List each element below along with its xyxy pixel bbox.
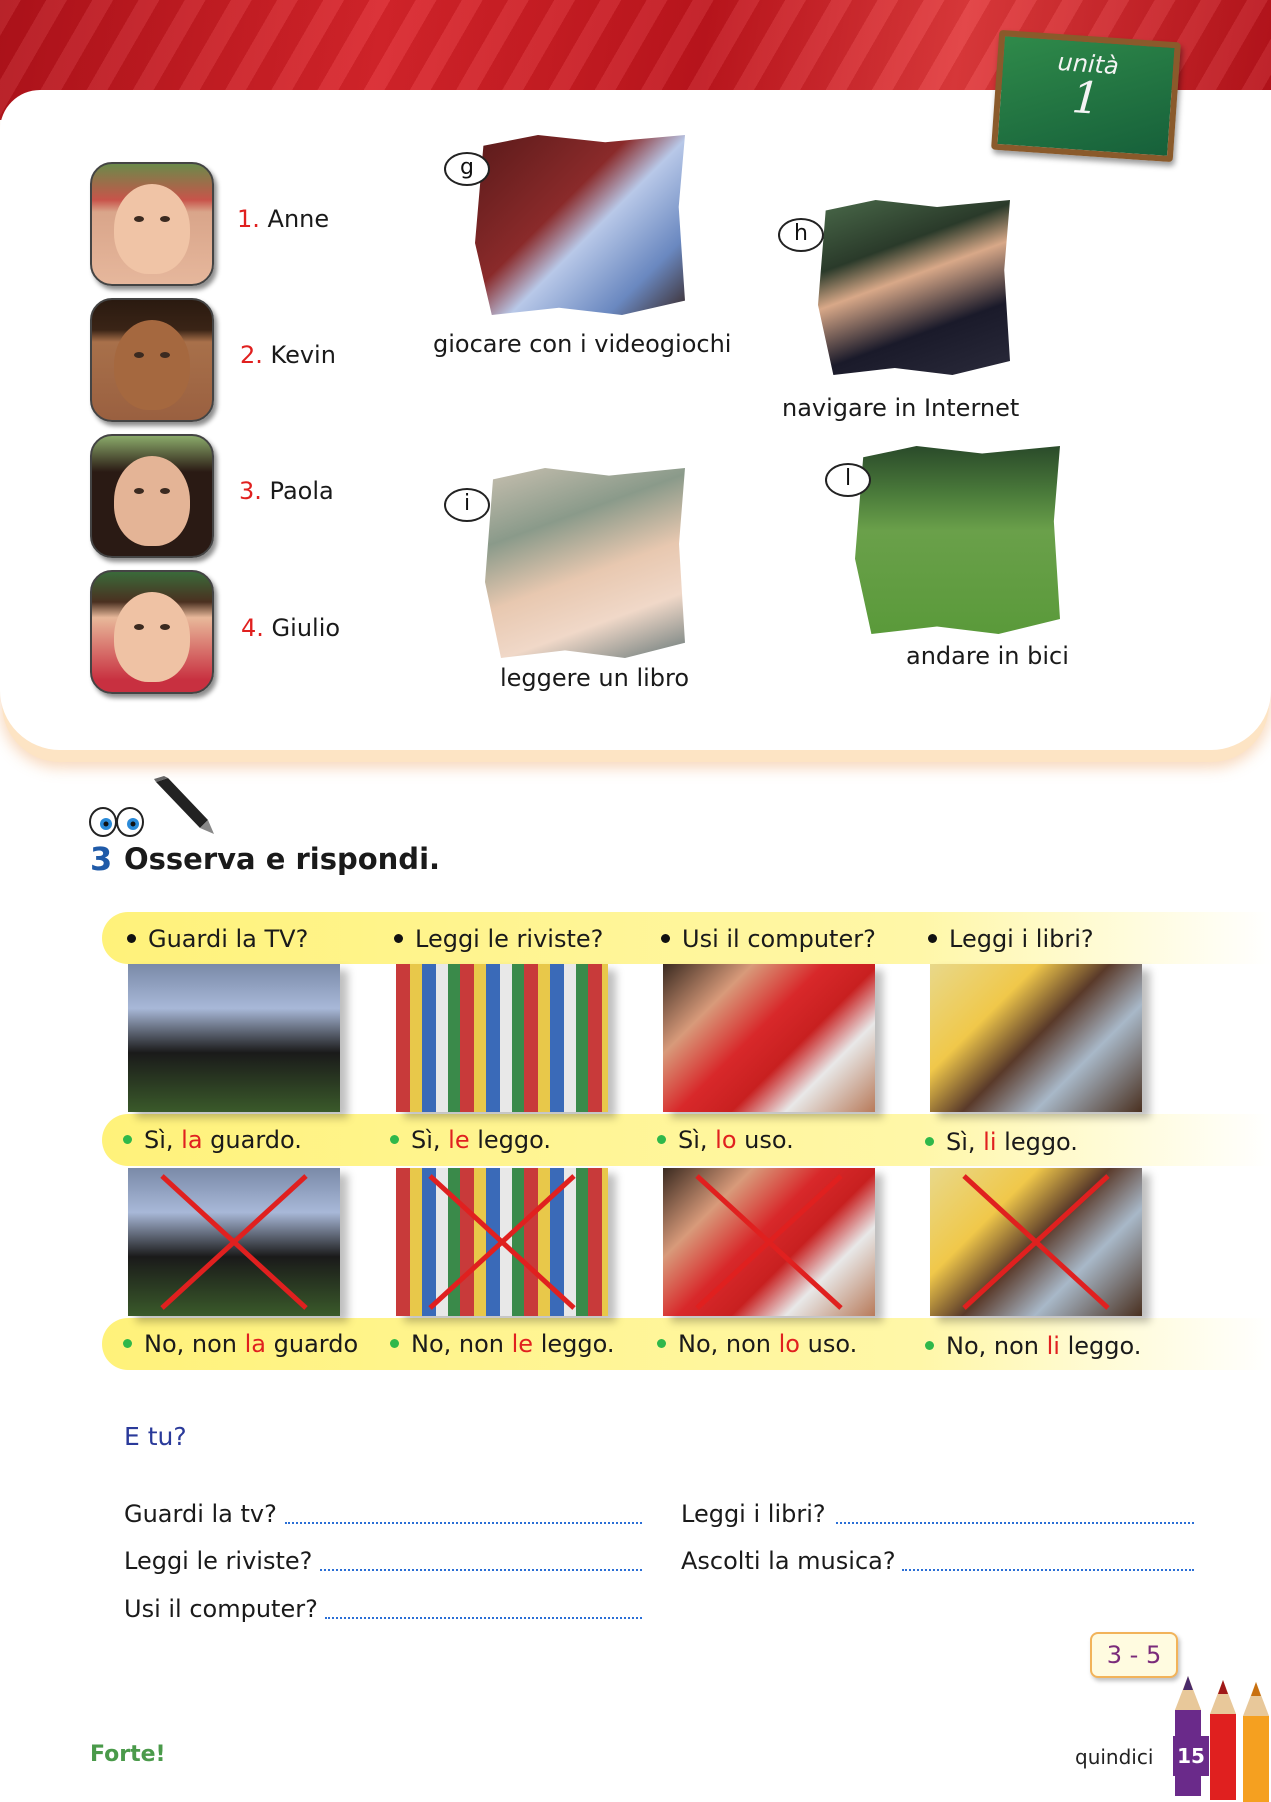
no-answer-text: No, non le leggo.	[390, 1330, 615, 1358]
photo-magazines-crossed	[396, 1168, 608, 1316]
pencil-orange-icon	[1243, 1682, 1269, 1802]
etu-question: Leggi le riviste?	[124, 1547, 313, 1575]
answer-line[interactable]	[285, 1522, 642, 1524]
activity-photo-reading	[485, 468, 685, 658]
kid-label: 1. Anne	[237, 205, 330, 233]
activity-photo-biking	[855, 446, 1060, 634]
yes-answer-text: Sì, lo uso.	[657, 1126, 794, 1154]
question-text: Guardi la TV?	[127, 925, 308, 953]
answer-line[interactable]	[836, 1522, 1194, 1524]
activity-caption: navigare in Internet	[782, 394, 1020, 422]
kid-photo-paola	[90, 434, 214, 558]
eyes-icon	[89, 807, 144, 837]
cross-icon	[428, 1174, 576, 1310]
activity-letter-bubble: g	[444, 152, 490, 186]
photo-magazines	[396, 964, 608, 1112]
activity-caption: leggere un libro	[500, 664, 690, 692]
activity-caption: andare in bici	[906, 642, 1069, 670]
question-text: Usi il computer?	[661, 925, 876, 953]
footer-brand: Forte!	[90, 1742, 166, 1767]
yes-answer-text: Sì, li leggo.	[925, 1128, 1078, 1156]
etu-heading: E tu?	[124, 1422, 187, 1451]
pen-icon	[154, 776, 214, 834]
activity-letter-bubble: i	[444, 488, 490, 522]
kid-label: 2. Kevin	[240, 341, 336, 369]
footer-page-word: quindici	[1075, 1745, 1154, 1769]
photo-tv	[128, 964, 340, 1112]
unit-chalkboard: unità 1	[991, 29, 1181, 163]
no-answer-text: No, non lo uso.	[657, 1330, 857, 1358]
answer-line[interactable]	[325, 1617, 642, 1619]
activity-letter-bubble: l	[825, 463, 871, 497]
etu-question: Usi il computer?	[124, 1595, 318, 1623]
etu-question: Guardi la tv?	[124, 1500, 277, 1528]
kid-label: 4. Giulio	[241, 614, 341, 642]
pencil-red-icon	[1210, 1680, 1236, 1800]
kid-label: 3. Paola	[239, 477, 334, 505]
etu-question: Ascolti la musica?	[681, 1547, 896, 1575]
kid-photo-kevin	[90, 298, 214, 422]
kid-photo-anne	[90, 162, 214, 286]
kid-photo-giulio	[90, 570, 214, 694]
track-badge: 3 - 5	[1090, 1632, 1178, 1678]
cross-icon	[160, 1174, 308, 1310]
photo-tv-crossed	[128, 1168, 340, 1316]
yes-answer-text: Sì, le leggo.	[390, 1126, 551, 1154]
no-answer-text: No, non li leggo.	[925, 1332, 1141, 1360]
activity-photo-internet	[818, 200, 1010, 375]
photo-computer	[663, 964, 875, 1112]
answer-line[interactable]	[320, 1569, 642, 1571]
activity-photo-videogames	[475, 135, 685, 315]
answer-line[interactable]	[902, 1569, 1194, 1571]
activity-caption: giocare con i videogiochi	[433, 330, 732, 358]
photo-book	[930, 964, 1142, 1112]
no-answer-text: No, non la guardo	[123, 1330, 358, 1358]
photo-computer-crossed	[663, 1168, 875, 1316]
page-number: 15	[1173, 1736, 1209, 1776]
question-text: Leggi le riviste?	[394, 925, 603, 953]
exercise-number: 3	[90, 840, 113, 878]
yes-answer-text: Sì, la guardo.	[123, 1126, 302, 1154]
cross-icon	[695, 1174, 843, 1310]
activity-letter-bubble: h	[778, 218, 824, 252]
etu-question: Leggi i libri?	[681, 1500, 826, 1528]
cross-icon	[962, 1174, 1110, 1310]
exercise-title: Osserva e rispondi.	[124, 842, 441, 876]
photo-book-crossed	[930, 1168, 1142, 1316]
question-text: Leggi i libri?	[928, 925, 1094, 953]
